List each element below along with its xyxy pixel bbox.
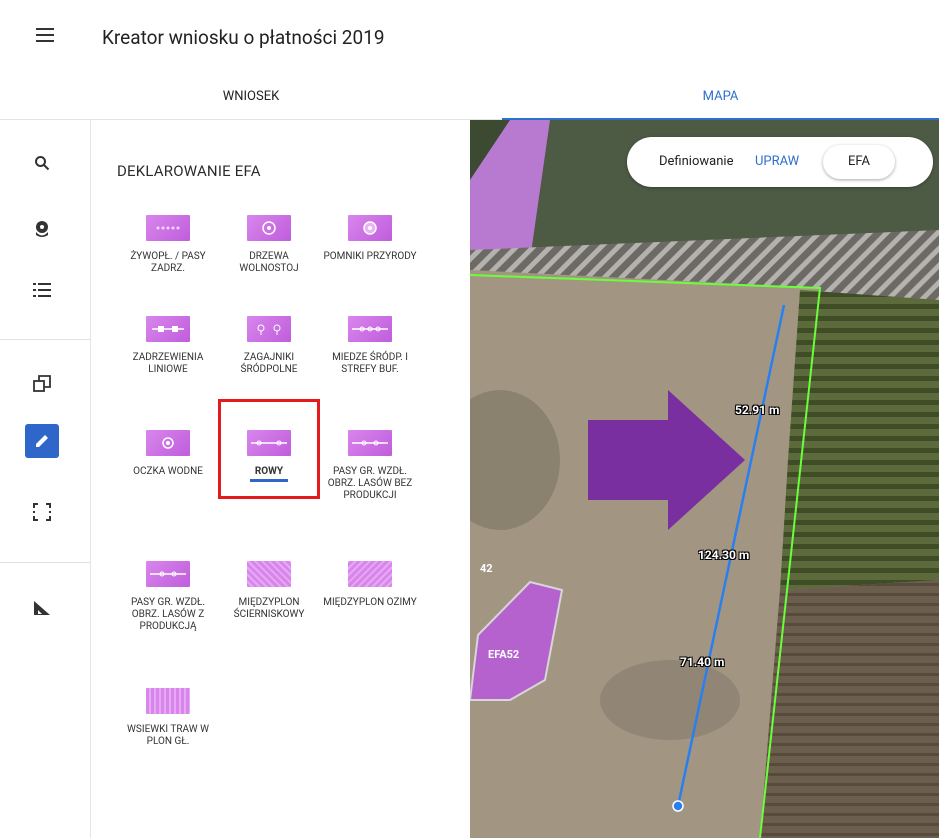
efa-tile-tree[interactable]: DRZEWA WOLNOSTOJ [221, 215, 317, 275]
tab-mapa-label: MAPA [702, 89, 739, 104]
toggle-efa-button[interactable]: EFA [823, 145, 895, 179]
toggle-upraw[interactable]: UPRAW [755, 154, 799, 169]
efa-label: EFA52 [488, 648, 520, 661]
ruler-measure-icon[interactable] [25, 591, 59, 625]
tile-label: PASY GR. WZDŁ. OBRZ. LASÓW BEZ PRODUKCJI [327, 466, 413, 501]
line-trees-icon [146, 316, 190, 342]
efa-tile-forest-strip-prod[interactable]: PASY GR. WZDŁ. OBRZ. LASÓW Z PRODUKCJĄ [120, 561, 216, 633]
rail-divider [0, 339, 90, 340]
monument-icon [348, 215, 392, 241]
rail-divider [0, 562, 90, 563]
tool-rail [0, 120, 91, 838]
measure-total: 124.30 m [698, 548, 750, 562]
tile-label: OCZKA WODNE [133, 466, 203, 477]
efa-tile-forest-strip[interactable]: PASY GR. WZDŁ. OBRZ. LASÓW BEZ PRODUKCJI [322, 430, 418, 502]
line-endpoint-icon [672, 800, 684, 812]
efa-tile-line-trees[interactable]: ZADRZEWIENIA LINIOWE [120, 316, 216, 376]
menu-icon[interactable] [36, 28, 54, 42]
app-window: Kreator wniosku o płatności 2019 WNIOSEK… [0, 0, 939, 838]
edit-pencil-icon[interactable] [25, 424, 59, 458]
definition-toggle: Definiowanie UPRAW EFA [627, 137, 933, 187]
forest-strip-icon [348, 430, 392, 456]
catch-crop-icon [247, 561, 291, 587]
tile-label: MIEDZE ŚRÓDP. I STREFY BUF. [332, 352, 408, 375]
tile-label: PASY GR. WZDŁ. OBRZ. LASÓW Z PRODUKCJĄ [130, 597, 206, 632]
winter-crop-icon [348, 561, 392, 587]
efa-tile-catch-crop[interactable]: MIĘDZYPLON ŚCIERNISKOWY [221, 561, 317, 621]
toggle-prefix: Definiowanie [659, 154, 734, 169]
balk-icon [348, 316, 392, 342]
tab-wniosek[interactable]: WNIOSEK [0, 74, 502, 119]
forest-strip-prod-icon [146, 561, 190, 587]
tab-bar: WNIOSEK MAPA [0, 74, 939, 120]
tile-label: ZAGAJNIKI ŚRÓDPOLNE [240, 352, 298, 375]
efa-tile-monument[interactable]: POMNIKI PRZYRODY [322, 215, 418, 263]
efa-tile-pond[interactable]: OCZKA WODNE [120, 430, 216, 478]
tile-label: POMNIKI PRZYRODY [323, 251, 417, 262]
panel-heading: DEKLAROWANIE EFA [117, 162, 261, 180]
search-icon[interactable] [25, 146, 59, 180]
efa-tile-grove[interactable]: ZAGAJNIKI ŚRÓDPOLNE [221, 316, 317, 376]
flower-icon[interactable] [25, 212, 59, 246]
measure-bottom: 71.40 m [680, 655, 725, 669]
tile-label: WSIEWKI TRAW W PLON GŁ. [127, 724, 209, 747]
tile-label: MIĘDZYPLON OZIMY [323, 597, 417, 608]
pond-icon [146, 430, 190, 456]
map-canvas [470, 120, 939, 838]
parcel-number: 42 [480, 562, 493, 575]
tile-label: ZADRZEWIENIA LINIOWE [132, 352, 204, 375]
selection-highlight-box [218, 399, 320, 499]
grass-undersow-icon [146, 688, 190, 714]
tab-mapa[interactable]: MAPA [502, 74, 939, 120]
page-title: Kreator wniosku o płatności 2019 [102, 26, 385, 49]
tile-label: ŻYWOPŁ. / PASY ZADRZ. [130, 251, 206, 274]
select-area-icon[interactable] [25, 495, 59, 529]
list-icon[interactable] [25, 273, 59, 307]
efa-tile-winter-crop[interactable]: MIĘDZYPLON OZIMY [322, 561, 418, 609]
map-view[interactable]: 42 EFA52 52.91 m 124.30 m 71.40 m [470, 120, 939, 838]
efa-tile-grass-undersow[interactable]: WSIEWKI TRAW W PLON GŁ. [120, 688, 216, 748]
grove-icon [247, 316, 291, 342]
tile-label: MIĘDZYPLON ŚCIERNISKOWY [233, 597, 305, 620]
efa-tile-balk[interactable]: MIEDZE ŚRÓDP. I STREFY BUF. [322, 316, 418, 376]
efa-tile-hedge[interactable]: ŻYWOPŁ. / PASY ZADRZ. [120, 215, 216, 275]
app-bar: Kreator wniosku o płatności 2019 [0, 0, 939, 74]
hedge-icon [146, 215, 190, 241]
layers-copy-icon[interactable] [25, 367, 59, 401]
measure-top: 52.91 m [735, 403, 780, 417]
tree-icon [247, 215, 291, 241]
tile-label: DRZEWA WOLNOSTOJ [239, 251, 299, 274]
